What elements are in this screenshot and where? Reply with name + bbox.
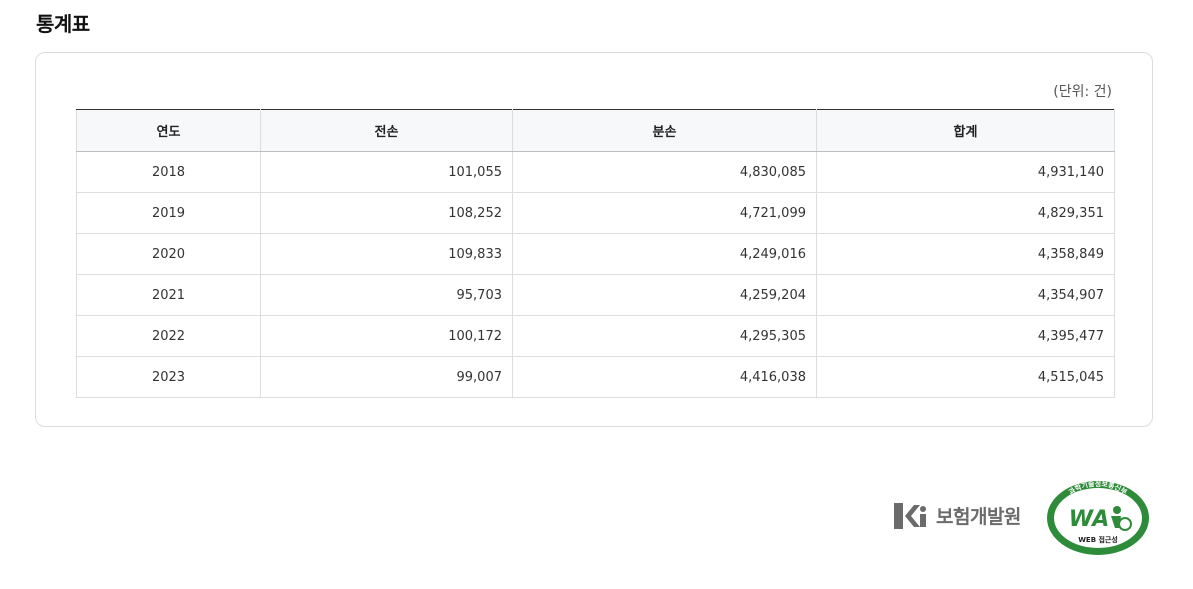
cell-year: 2023	[76, 356, 261, 398]
table-row: 2018 101,055 4,830,085 4,931,140	[76, 151, 1115, 193]
cell-sum: 4,515,045	[816, 356, 1115, 398]
table-row: 2020 109,833 4,249,016 4,358,849	[76, 233, 1115, 275]
cell-partial-loss: 4,259,204	[512, 274, 817, 316]
table-row: 2019 108,252 4,721,099 4,829,351	[76, 192, 1115, 234]
cell-sum: 4,931,140	[816, 151, 1115, 193]
cell-year: 2019	[76, 192, 261, 234]
cell-partial-loss: 4,830,085	[512, 151, 817, 193]
org-logo-link[interactable]: 보험개발원	[894, 502, 1021, 529]
table-row: 2022 100,172 4,295,305 4,395,477	[76, 315, 1115, 357]
cell-sum: 4,829,351	[816, 192, 1115, 234]
cell-total-loss: 99,007	[260, 356, 513, 398]
cell-sum: 4,354,907	[816, 274, 1115, 316]
table-header-row: 연도 전손 분손 합계	[76, 109, 1115, 152]
unit-note: (단위: 건)	[1053, 84, 1112, 100]
statistics-panel: (단위: 건) 연도 전손 분손 합계 2018 101,055 4,830,0…	[35, 52, 1153, 427]
cell-partial-loss: 4,295,305	[512, 315, 817, 357]
statistics-table: 연도 전손 분손 합계 2018 101,055 4,830,085 4,931…	[76, 109, 1115, 398]
wa-center-text: WA	[1069, 507, 1110, 532]
kidi-logo-icon	[894, 502, 928, 529]
cell-total-loss: 95,703	[260, 274, 513, 316]
cell-total-loss: 100,172	[260, 315, 513, 357]
cell-total-loss: 101,055	[260, 151, 513, 193]
column-header-year: 연도	[76, 109, 261, 152]
wa-bottom-text: WEB 접근성	[1078, 535, 1118, 544]
org-name: 보험개발원	[936, 506, 1021, 528]
cell-partial-loss: 4,416,038	[512, 356, 817, 398]
cell-sum: 4,358,849	[816, 233, 1115, 275]
column-header-sum: 합계	[816, 109, 1115, 152]
cell-partial-loss: 4,249,016	[512, 233, 817, 275]
table-row: 2023 99,007 4,416,038 4,515,045	[76, 356, 1115, 398]
table-row: 2021 95,703 4,259,204 4,354,907	[76, 274, 1115, 316]
cell-year: 2021	[76, 274, 261, 316]
column-header-partial-loss: 분손	[512, 109, 817, 152]
cell-total-loss: 109,833	[260, 233, 513, 275]
web-accessibility-mark-icon[interactable]: 과학기술정보통신부 WA WEB 접근성	[1045, 478, 1151, 556]
page-title: 통계표	[36, 12, 90, 36]
footer-logos: 보험개발원 과학기술정보통신부 WA WEB 접근성	[0, 470, 1193, 560]
cell-year: 2020	[76, 233, 261, 275]
cell-year: 2018	[76, 151, 261, 193]
cell-year: 2022	[76, 315, 261, 357]
cell-partial-loss: 4,721,099	[512, 192, 817, 234]
column-header-total-loss: 전손	[260, 109, 513, 152]
cell-sum: 4,395,477	[816, 315, 1115, 357]
cell-total-loss: 108,252	[260, 192, 513, 234]
